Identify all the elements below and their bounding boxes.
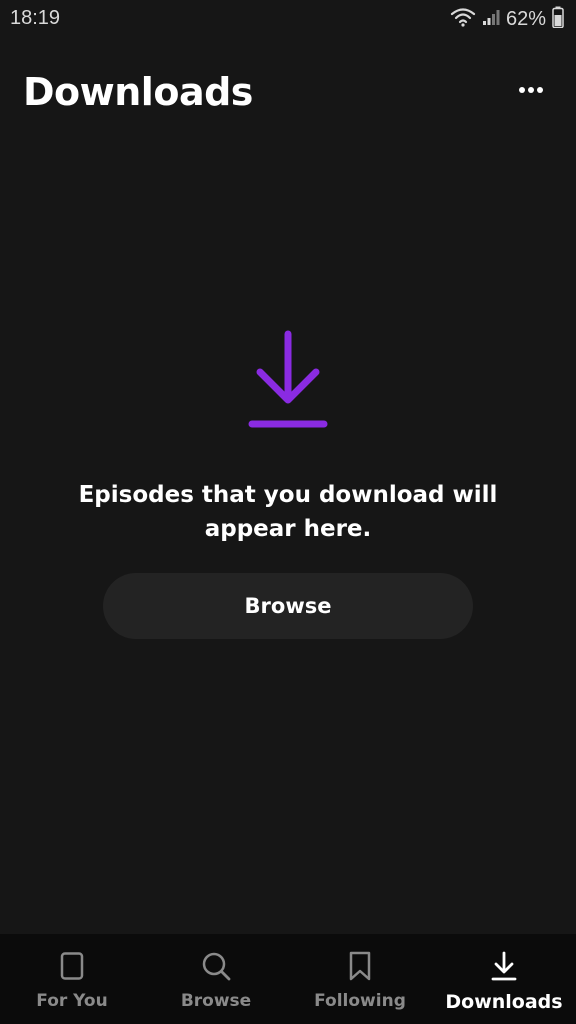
- nav-label-browse: Browse: [180, 991, 252, 1011]
- signal-icon: [482, 8, 500, 30]
- bookmark-icon: [344, 950, 376, 982]
- nav-item-following[interactable]: Following: [288, 934, 432, 1024]
- empty-message-line-1: Episodes that you download will: [78, 482, 498, 508]
- more-dots-icon: [519, 87, 543, 93]
- page-title: Downloads: [23, 70, 253, 114]
- nav-label-for-you: For You: [36, 991, 108, 1011]
- phone-outline-icon: [56, 950, 88, 982]
- bottom-nav: For You Browse Following Downloads: [0, 934, 576, 1024]
- nav-label-following: Following: [314, 991, 406, 1011]
- app-screen: 18:19 62% Downloads Episodes that you do…: [0, 0, 576, 1024]
- wifi-icon: [450, 7, 476, 31]
- empty-state-message: Episodes that you download will appear h…: [48, 478, 528, 546]
- nav-label-downloads: Downloads: [445, 991, 563, 1013]
- download-icon: [488, 950, 520, 982]
- browse-button[interactable]: Browse: [103, 573, 473, 639]
- more-options-button[interactable]: [516, 78, 546, 102]
- nav-item-browse[interactable]: Browse: [144, 934, 288, 1024]
- status-indicators: 62%: [450, 6, 564, 32]
- status-bar: 18:19 62%: [0, 0, 576, 36]
- search-icon: [200, 950, 232, 982]
- status-time: 18:19: [10, 7, 61, 29]
- battery-icon: [552, 6, 564, 32]
- empty-message-line-2: appear here.: [204, 516, 372, 542]
- nav-item-downloads[interactable]: Downloads: [432, 934, 576, 1024]
- download-icon: [246, 330, 330, 430]
- battery-percent: 62%: [505, 7, 546, 30]
- nav-item-for-you[interactable]: For You: [0, 934, 144, 1024]
